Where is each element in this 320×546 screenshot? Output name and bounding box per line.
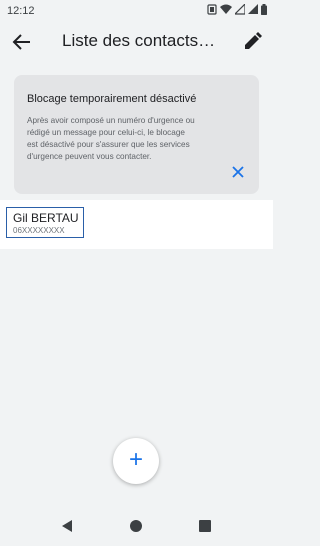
signal-icon (248, 4, 258, 14)
wifi-icon (220, 4, 232, 14)
status-time: 12:12 (7, 5, 35, 17)
home-circle-icon[interactable] (129, 519, 143, 533)
contact-name: Gil BERTAU (13, 211, 79, 225)
contact-number: 06XXXXXXXX (13, 226, 65, 235)
notice-body-line: Après avoir composé un numéro d'urgence … (27, 116, 195, 125)
plus-icon: + (128, 446, 143, 473)
add-contact-button[interactable]: + (113, 438, 159, 484)
notice-body-line: rédigé un message pour celui-ci, le bloc… (27, 128, 185, 137)
contact-item[interactable]: Gil BERTAU 06XXXXXXXX (6, 207, 84, 238)
page-title: Liste des contacts… (62, 31, 216, 50)
app-bar: Liste des contacts… (0, 22, 273, 62)
back-triangle-icon[interactable] (60, 519, 74, 533)
notice-body-line: d'urgence peuvent vous contacter. (27, 152, 152, 161)
contact-list: Gil BERTAU 06XXXXXXXX (0, 200, 273, 249)
battery-icon (261, 4, 267, 15)
recents-square-icon[interactable] (198, 519, 212, 533)
system-nav-bar (0, 505, 273, 546)
notice-body: Après avoir composé un numéro d'urgence … (27, 115, 245, 163)
vibrate-icon (207, 4, 217, 15)
notice-title: Blocage temporairement désactivé (27, 93, 197, 105)
notice-close-button[interactable] (229, 163, 247, 181)
arrow-left-icon (12, 34, 30, 50)
close-icon (232, 166, 244, 178)
notice-body-line: est désactivé pour s'assurer que les ser… (27, 140, 190, 149)
blocking-disabled-notice: Blocage temporairement désactivé Après a… (14, 75, 259, 194)
status-icons (207, 4, 267, 15)
status-bar: 12:12 (0, 0, 273, 22)
back-button[interactable] (8, 29, 36, 55)
edit-button[interactable] (239, 29, 265, 55)
signal-icon (235, 4, 245, 15)
pencil-icon (245, 32, 262, 49)
